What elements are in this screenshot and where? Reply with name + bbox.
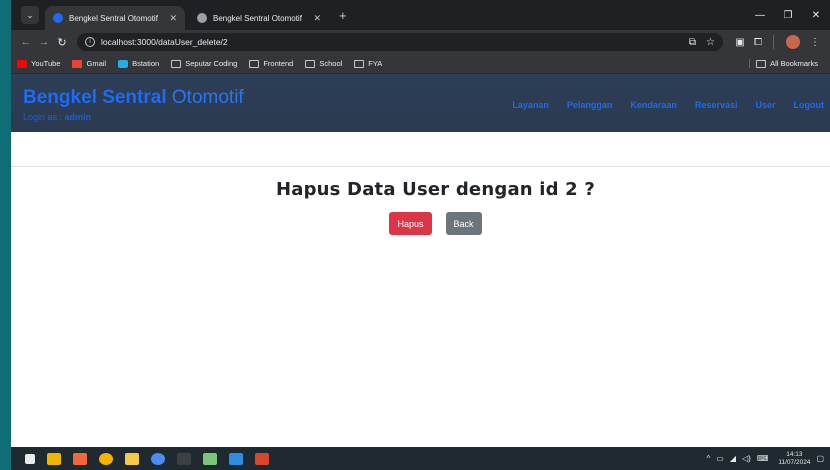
bookmark-gmail[interactable]: Gmail	[72, 59, 106, 68]
nav-logout[interactable]: Logout	[794, 100, 825, 110]
close-tab-icon[interactable]: ✕	[169, 13, 177, 24]
nav-kendaraan[interactable]: Kendaraan	[630, 100, 677, 110]
tab-strip: ⌄ Bengkel Sentral Otomotif ✕ Bengkel Sen…	[11, 0, 830, 30]
nav-layanan[interactable]: Layanan	[512, 100, 549, 110]
login-status: Login as : admin	[23, 112, 92, 122]
sub-navbar	[11, 132, 830, 167]
folder-icon	[305, 59, 316, 68]
wifi-icon[interactable]: ◢	[730, 454, 736, 463]
bookmark-star-icon[interactable]: ☆	[706, 37, 715, 48]
chrome-active-icon[interactable]	[151, 452, 165, 465]
new-tab-button[interactable]: +	[339, 8, 347, 23]
tab-active[interactable]: Bengkel Sentral Otomotif ✕	[45, 6, 185, 30]
windows-taskbar: ^ ▭ ◢ ◁) ⌨ 14:13 11/07/2024 ▢	[11, 447, 830, 470]
close-window-icon[interactable]: ✕	[802, 10, 830, 21]
volume-icon[interactable]: ◁)	[742, 454, 751, 463]
bookmarks-bar: YouTube Gmail Bstation Seputar Coding Fr…	[11, 54, 830, 74]
window-controls: — ❐ ✕	[746, 0, 830, 30]
bookmark-frontend[interactable]: Frontend	[249, 59, 293, 68]
profile-avatar[interactable]	[786, 35, 800, 49]
gmail-icon	[72, 59, 83, 68]
git-icon[interactable]	[203, 452, 217, 465]
file-explorer-icon[interactable]	[47, 452, 61, 465]
folder-icon	[249, 59, 260, 68]
site-brand[interactable]: Bengkel Sentral Otomotif	[23, 88, 244, 108]
youtube-icon	[17, 59, 27, 68]
nav-user[interactable]: User	[755, 100, 775, 110]
toolbar-divider	[773, 35, 774, 49]
puzzle-icon[interactable]: ⧠	[749, 37, 767, 48]
site-info-icon[interactable]: i	[85, 37, 95, 47]
all-bookmarks[interactable]: All Bookmarks	[749, 59, 818, 68]
folder-icon	[171, 59, 182, 68]
site-header: Bengkel Sentral Otomotif Login as : admi…	[11, 74, 830, 132]
bookmark-youtube[interactable]: YouTube	[17, 59, 60, 68]
forward-arrow-icon[interactable]: →	[35, 36, 53, 48]
notification-icon[interactable]: ▢	[816, 454, 824, 463]
back-arrow-icon[interactable]: ←	[17, 36, 35, 48]
powerpoint-icon[interactable]	[255, 452, 269, 465]
minimize-icon[interactable]: —	[746, 10, 774, 21]
bookmark-bstation[interactable]: Bstation	[118, 59, 159, 68]
action-buttons: Hapus Back	[41, 212, 830, 235]
terminal-icon[interactable]	[177, 452, 191, 465]
app-icon[interactable]	[73, 452, 87, 465]
chevron-up-icon[interactable]: ^	[707, 454, 711, 463]
bookmark-school[interactable]: School	[305, 59, 342, 68]
browser-toolbar: ← → ↻ i localhost:3000/dataUser_delete/2…	[11, 30, 830, 54]
start-icon[interactable]	[25, 453, 35, 464]
tab-title: Bengkel Sentral Otomotif	[213, 13, 302, 23]
site-nav: Layanan Pelanggan Kendaraan Reservasi Us…	[512, 100, 830, 110]
address-bar[interactable]: i localhost:3000/dataUser_delete/2 ⧉ ☆	[77, 33, 723, 51]
cast-icon[interactable]: ⧉	[689, 37, 696, 48]
tab-inactive[interactable]: Bengkel Sentral Otomotif ✕	[189, 6, 329, 30]
chrome-icon[interactable]	[99, 452, 113, 465]
folder-icon	[756, 59, 767, 68]
menu-dots-icon[interactable]: ⋮	[806, 37, 824, 48]
system-tray: ^ ▭ ◢ ◁) ⌨ 14:13 11/07/2024 ▢	[701, 447, 824, 470]
delete-button[interactable]: Hapus	[389, 212, 432, 235]
tab-title: Bengkel Sentral Otomotif	[69, 13, 158, 23]
bstation-icon	[118, 59, 129, 68]
tab-search-icon[interactable]: ⌄	[21, 6, 39, 24]
folder-app-icon[interactable]	[125, 452, 139, 465]
extension-icon[interactable]: ▣	[731, 37, 749, 48]
page-title: Hapus Data User dengan id 2 ?	[275, 179, 596, 200]
folder-icon	[354, 59, 365, 68]
favicon-icon	[53, 13, 63, 23]
browser-window: ⌄ Bengkel Sentral Otomotif ✕ Bengkel Sen…	[11, 0, 830, 447]
globe-icon	[197, 13, 207, 23]
main-content: Hapus Data User dengan id 2 ? Hapus Back	[11, 167, 830, 235]
nav-pelanggan[interactable]: Pelanggan	[567, 100, 613, 110]
url-text: localhost:3000/dataUser_delete/2	[101, 37, 228, 47]
battery-icon[interactable]: ▭	[716, 454, 724, 463]
clock[interactable]: 14:13 11/07/2024	[778, 451, 810, 467]
reload-icon[interactable]: ↻	[53, 36, 71, 49]
bookmark-seputar-coding[interactable]: Seputar Coding	[171, 59, 237, 68]
bookmark-fya[interactable]: FYA	[354, 59, 382, 68]
close-tab-icon[interactable]: ✕	[313, 13, 321, 24]
brand-block: Bengkel Sentral Otomotif Login as : admi…	[23, 88, 244, 123]
back-button[interactable]: Back	[445, 212, 482, 235]
keyboard-icon[interactable]: ⌨	[757, 454, 769, 463]
nav-reservasi[interactable]: Reservasi	[695, 100, 738, 110]
vscode-icon[interactable]	[229, 452, 243, 465]
restore-icon[interactable]: ❐	[774, 10, 802, 21]
